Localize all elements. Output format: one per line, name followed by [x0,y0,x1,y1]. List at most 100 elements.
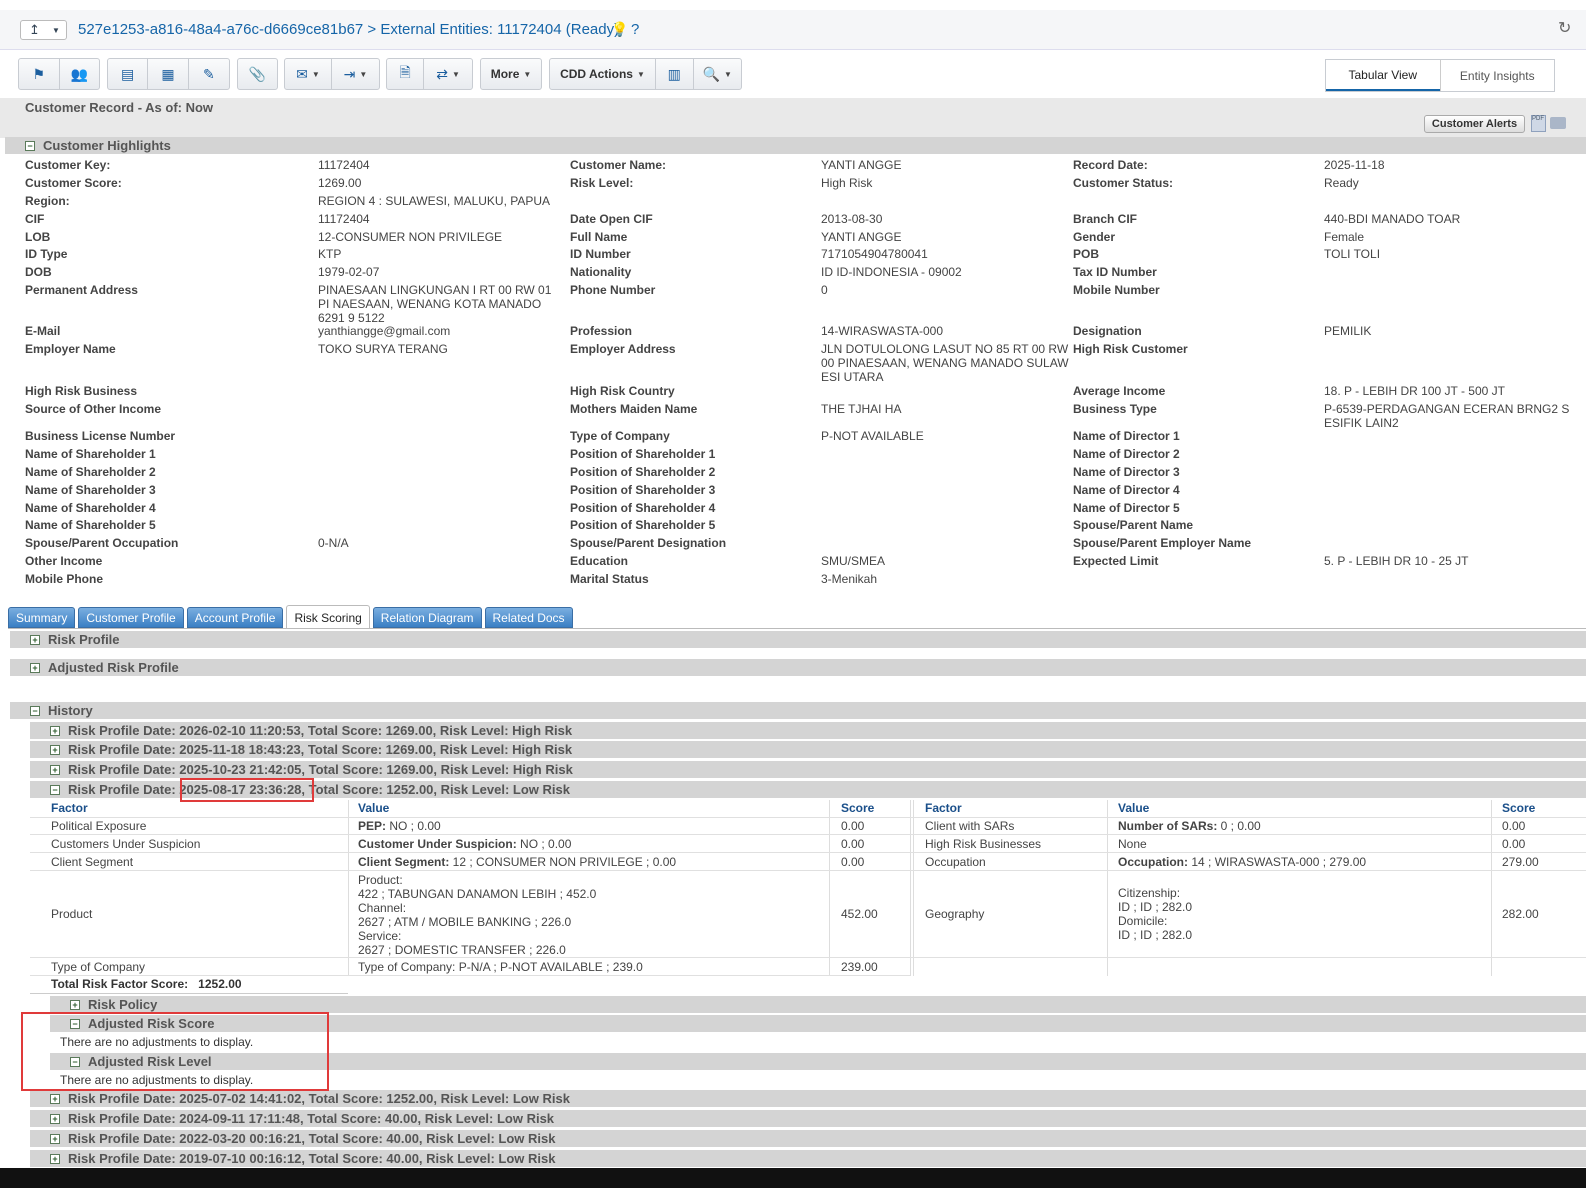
factor-cell: Customers Under Suspicion [51,837,201,851]
expand-icon[interactable]: + [70,999,80,1010]
help-icon[interactable]: ? [631,21,639,38]
field-value: High Risk [821,176,873,190]
row-divider [30,852,1586,853]
toolbar-group-5: 🗎 ⇄ ▼ [386,58,473,90]
tab-relation-diagram[interactable]: Relation Diagram [372,607,482,628]
field-value: 2025-11-18 [1324,158,1385,172]
field-label: Name of Director 2 [1073,447,1180,461]
adjusted-risk-profile-title: Adjusted Risk Profile [48,660,179,675]
expand-icon[interactable]: + [50,725,60,736]
expand-icon[interactable]: + [50,764,60,775]
email-menu-icon[interactable]: ✉ ▼ [285,59,333,89]
col-value-header: Value [358,801,390,815]
value-line: Product: [358,873,403,887]
analysis-menu-icon[interactable]: 🔍 ▼ [694,59,741,89]
collapse-icon[interactable]: − [30,705,40,716]
customer-highlights-header[interactable]: − Customer Highlights [5,137,1586,154]
edit-record-icon[interactable]: ✎ [189,59,229,89]
field-label: Name of Shareholder 5 [25,518,156,532]
field-label: Employer Address [570,342,676,356]
field-label: Source of Other Income [25,402,162,416]
factor-cell: Product [51,907,93,921]
score-cell: 0.00 [1502,819,1526,833]
tab-entity-insights[interactable]: Entity Insights [1439,60,1554,91]
history-row[interactable]: + Risk Profile Date: 2024-09-11 17:11:48,… [30,1110,1586,1127]
field-label: Name of Shareholder 3 [25,483,156,497]
more-button[interactable]: More ▼ [481,59,541,89]
expand-icon[interactable]: + [50,1153,60,1164]
history-row-label: Risk Profile Date: 2025-07-02 14:41:02, … [68,1091,570,1106]
history-row-suffix: Total Score: 1252.00, Risk Level: Low Ri… [305,782,570,797]
history-row[interactable]: + Risk Profile Date: 2025-11-18 18:43:23,… [30,741,1586,758]
tab-related-docs[interactable]: Related Docs [484,607,573,628]
cdd-actions-button[interactable]: CDD Actions ▼ [550,59,656,89]
collapse-icon[interactable]: − [25,140,35,151]
tab-tabular-view[interactable]: Tabular View [1326,60,1440,91]
workflow-icon[interactable]: ⚑ [19,59,60,89]
expand-icon[interactable]: + [50,1113,60,1124]
column-divider [1491,800,1492,976]
lightbulb-icon[interactable]: 💡 [611,21,628,38]
print-icon[interactable] [1550,117,1566,129]
field-label: Marital Status [570,572,649,586]
value-text: 12 ; CONSUMER NON PRIVILEGE ; 0.00 [449,855,677,869]
back-nav-button[interactable]: ↥ ▼ [20,20,67,40]
add-record-icon[interactable]: ▤ [108,59,149,89]
tab-account-profile[interactable]: Account Profile [186,607,284,628]
expand-icon[interactable]: + [30,662,40,673]
field-label: POB [1073,247,1100,261]
field-value: KTP [318,247,342,261]
tab-risk-scoring[interactable]: Risk Scoring [286,605,370,629]
field-label: ID Type [25,247,68,261]
col-score-header: Score [841,801,875,815]
field-value: 7171054904780041 [821,247,928,261]
history-row[interactable]: + Risk Profile Date: 2019-07-10 00:16:12,… [30,1150,1586,1167]
breadcrumb[interactable]: 527e1253-a816-48a4-a76c-d6669ce81b67 > E… [78,21,619,38]
value-cell: None [1118,837,1147,851]
pdf-icon[interactable]: PDF [1531,115,1546,132]
new-document-icon[interactable]: 🗎 [387,59,425,89]
refresh-icon[interactable]: ↻ [1558,18,1571,38]
history-row[interactable]: + Risk Profile Date: 2025-07-02 14:41:02,… [30,1090,1586,1107]
field-label: Name of Shareholder 1 [25,447,156,461]
collapse-icon[interactable]: − [50,784,60,795]
risk-profile-section[interactable]: + Risk Profile [10,631,1586,648]
score-cell: 282.00 [1502,907,1539,921]
record-list-icon[interactable]: ▦ [148,59,189,89]
history-section[interactable]: − History [10,702,1586,719]
expand-icon[interactable]: + [50,744,60,755]
field-label: Expected Limit [1073,554,1159,568]
field-label: Customer Key: [25,158,111,172]
score-cell: 0.00 [1502,837,1526,851]
factor-cell: Political Exposure [51,819,147,833]
field-value: ID ID-INDONESIA - 09002 [821,265,962,279]
field-label: Name of Shareholder 2 [25,465,156,479]
column-divider [910,800,911,976]
report-icon[interactable]: ▥ [656,59,694,89]
attachment-icon[interactable]: 📎 [238,59,277,89]
value-label: Number of SARs: [1118,819,1218,833]
tab-summary[interactable]: Summary [8,607,76,628]
field-label: Customer Name: [570,158,667,172]
value-label: Customer Under Suspicion: [358,837,517,851]
geography-value-cell: Citizenship: ID ; ID ; 282.0 Domicile: I… [1118,886,1192,942]
customer-alerts-button[interactable]: Customer Alerts [1424,115,1525,133]
adjusted-risk-profile-section[interactable]: + Adjusted Risk Profile [10,659,1586,676]
history-row[interactable]: + Risk Profile Date: 2025-10-23 21:42:05,… [30,761,1586,778]
expand-icon[interactable]: + [30,634,40,645]
history-row[interactable]: + Risk Profile Date: 2022-03-20 00:16:21,… [30,1130,1586,1147]
tab-customer-profile[interactable]: Customer Profile [78,607,184,628]
field-label: Business Type [1073,402,1157,416]
value-cell: Client Segment: 12 ; CONSUMER NON PRIVIL… [358,855,676,869]
export-menu-icon[interactable]: ⇥ ▼ [332,59,379,89]
toolbar-group-1: ⚑ 👥 [18,58,100,90]
history-row[interactable]: + Risk Profile Date: 2026-02-10 11:20:53,… [30,722,1586,739]
expand-icon[interactable]: + [50,1133,60,1144]
assign-user-icon[interactable]: 👥 [60,59,100,89]
value-line: Channel: [358,901,407,915]
field-label: Position of Shareholder 3 [570,483,716,497]
field-label: Spouse/Parent Employer Name [1073,536,1252,550]
transfer-menu-icon[interactable]: ⇄ ▼ [424,59,472,89]
risk-policy-section[interactable]: + Risk Policy [50,996,1586,1013]
expand-icon[interactable]: + [50,1093,60,1104]
